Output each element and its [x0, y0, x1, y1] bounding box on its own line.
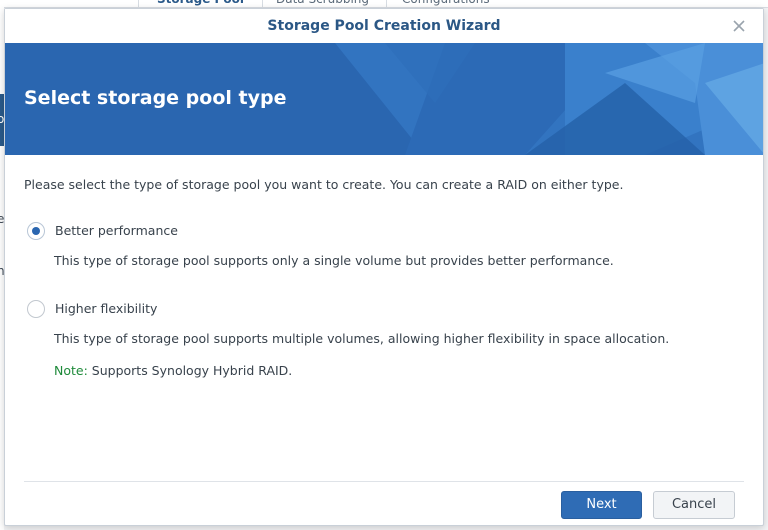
option-description: This type of storage pool supports multi…: [54, 331, 670, 346]
tab-data-scrubbing[interactable]: Data Scrubbing: [276, 0, 369, 7]
radio-selected-dot: [32, 227, 40, 235]
footer-divider: [24, 481, 744, 482]
wizard-banner: Select storage pool type: [5, 43, 763, 155]
tab-separator: [138, 0, 139, 7]
dialog-title: Storage Pool Creation Wizard: [267, 18, 501, 34]
dialog-titlebar: Storage Pool Creation Wizard: [5, 9, 763, 43]
radio-better-performance[interactable]: [27, 222, 45, 240]
note-text: Note: Supports Synology Hybrid RAID.: [54, 363, 292, 378]
option-description: This type of storage pool supports only …: [54, 253, 614, 268]
next-button[interactable]: Next: [561, 491, 642, 519]
tab-storage-pool[interactable]: Storage Pool: [157, 0, 244, 7]
note-body: Supports Synology Hybrid RAID.: [87, 363, 293, 378]
cancel-button[interactable]: Cancel: [653, 491, 735, 519]
storage-pool-wizard-dialog: Storage Pool Creation Wizard Select stor…: [4, 8, 764, 526]
radio-higher-flexibility[interactable]: [27, 300, 45, 318]
tab-separator: [386, 0, 387, 7]
intro-text: Please select the type of storage pool y…: [24, 177, 624, 192]
tab-separator: [262, 0, 263, 7]
note-label: Note:: [54, 363, 88, 378]
close-icon[interactable]: [731, 18, 747, 34]
banner-title: Select storage pool type: [24, 87, 287, 109]
tab-configurations[interactable]: Configurations: [402, 0, 490, 7]
option-label: Better performance: [55, 223, 178, 238]
background-tab-bar: Storage Pool Data Scrubbing Configuratio…: [0, 0, 768, 8]
option-label: Higher flexibility: [55, 301, 158, 316]
